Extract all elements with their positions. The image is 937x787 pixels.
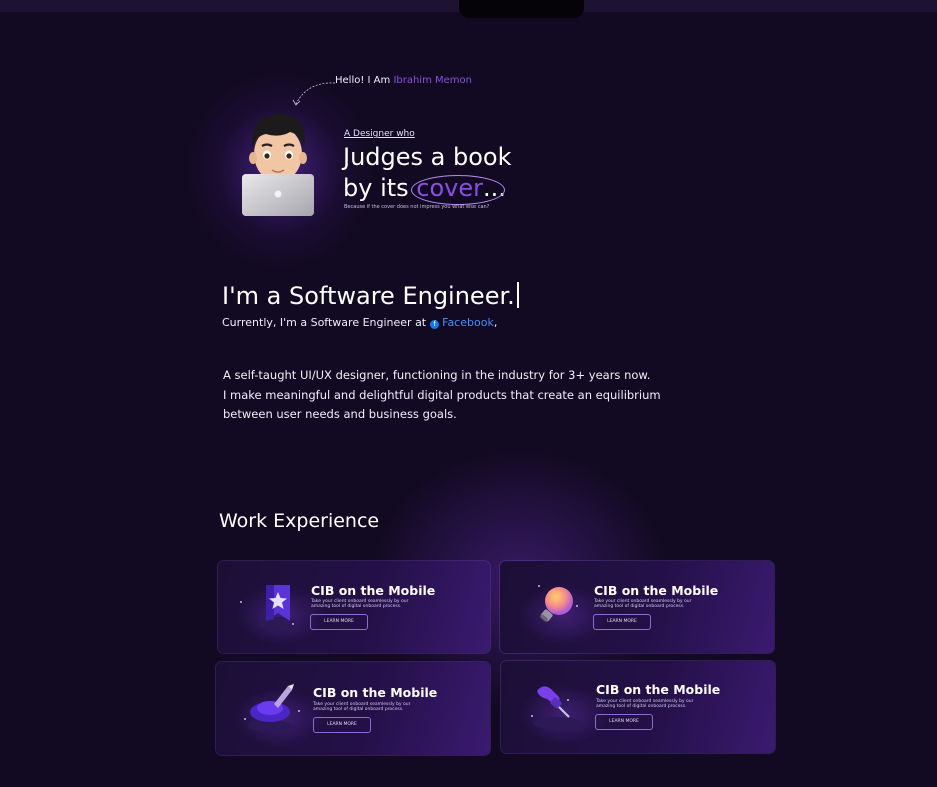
facebook-link[interactable]: Facebook <box>442 316 494 329</box>
push-pin-icon <box>533 686 581 729</box>
headline-line-2: by its cover... <box>343 173 512 205</box>
highlight-ring <box>411 175 506 205</box>
hero-headline: Judges a book by its cover... <box>343 142 512 205</box>
sparkle <box>531 715 533 717</box>
work-experience-heading: Work Experience <box>219 510 380 532</box>
card-description: Take your client onboard seamlessly by o… <box>311 599 409 609</box>
sparkle <box>567 699 569 701</box>
role-title: I'm a Software Engineer. <box>222 282 519 310</box>
sparkle <box>240 601 242 603</box>
hello-greeting: Hello! I Am Ibrahim Memon <box>335 75 472 86</box>
learn-more-button[interactable]: LEARN MORE <box>310 614 368 630</box>
author-name: Ibrahim Memon <box>393 75 472 86</box>
hello-prefix: Hello! I Am <box>335 75 391 86</box>
card-title: CIB on the Mobile <box>596 682 721 697</box>
facebook-icon: f <box>430 320 440 329</box>
role-title-text: I'm a Software Engineer. <box>222 282 515 310</box>
sparkle <box>538 585 540 587</box>
work-card[interactable]: CIB on the Mobile Take your client onboa… <box>218 561 490 653</box>
curved-arrow-icon <box>292 82 336 106</box>
hero-subtext: Because if the cover does not impress yo… <box>344 204 490 210</box>
card-title: CIB on the Mobile <box>313 685 438 700</box>
current-position: Currently, I'm a Software Engineer at f Fa… <box>222 316 497 329</box>
sparkle <box>292 623 294 625</box>
learn-more-button[interactable]: LEARN MORE <box>593 614 651 630</box>
learn-more-button[interactable]: LEARN MORE <box>313 717 371 733</box>
card-description: Take your client onboard seamlessly by o… <box>596 699 694 709</box>
bio-line: I make meaningful and delightful digital… <box>223 387 661 402</box>
company-suffix: , <box>493 316 498 329</box>
card-description: Take your client onboard seamlessly by o… <box>594 599 692 609</box>
current-position-text: Currently, I'm a Software Engineer at <box>222 316 427 329</box>
screen-notch <box>459 0 584 18</box>
headline-prefix: by its <box>343 174 409 202</box>
typing-cursor <box>516 282 519 308</box>
sparkle <box>576 605 578 607</box>
sparkle <box>298 710 300 712</box>
work-card[interactable]: CIB on the Mobile Take your client onboa… <box>216 662 490 755</box>
headline-highlight: cover <box>411 173 506 205</box>
bio-line: between user needs and business goals. <box>223 407 457 421</box>
work-card[interactable]: CIB on the Mobile Take your client onboa… <box>501 661 775 753</box>
card-title: CIB on the Mobile <box>594 583 719 598</box>
lightbulb-icon <box>540 587 573 622</box>
card-description: Take your client onboard seamlessly by o… <box>313 702 411 712</box>
sparkle <box>244 718 246 720</box>
pen-tool-icon <box>248 684 294 732</box>
work-card[interactable]: CIB on the Mobile Take your client onboa… <box>500 561 774 653</box>
headline-line-1: Judges a book <box>343 143 512 171</box>
bio-line: A self-taught UI/UX designer, functionin… <box>223 368 651 382</box>
learn-more-button[interactable]: LEARN MORE <box>595 714 653 730</box>
tagline-small: A Designer who <box>344 129 415 139</box>
bio-paragraph: A self-taught UI/UX designer, functionin… <box>223 366 661 425</box>
bookmark-star-icon <box>258 585 298 629</box>
memoji-avatar <box>242 113 314 216</box>
card-title: CIB on the Mobile <box>311 583 436 598</box>
